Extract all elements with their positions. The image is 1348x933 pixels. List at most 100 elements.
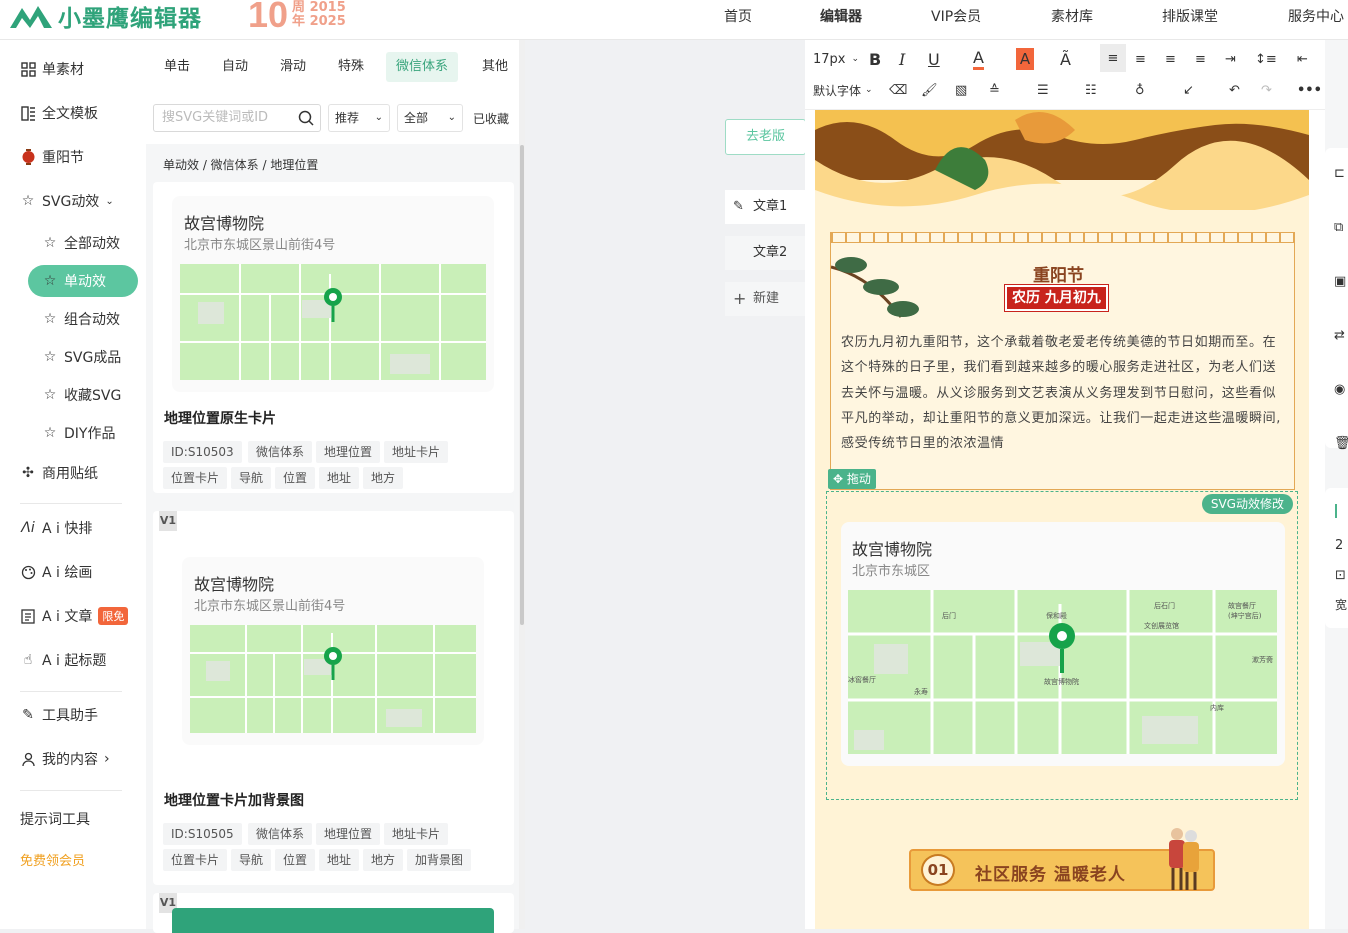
- tab-slide[interactable]: 滑动: [270, 52, 316, 82]
- card-tag[interactable]: 地址卡片: [384, 823, 449, 845]
- indent-icon[interactable]: ⇥: [1225, 48, 1236, 70]
- card-tag[interactable]: 加背景图: [407, 849, 472, 871]
- sidebar-item-double-ninth[interactable]: 重阳节: [20, 144, 84, 170]
- save-icon[interactable]: ▣: [1334, 274, 1346, 289]
- highlight-color-icon[interactable]: A: [1016, 48, 1034, 70]
- card-tag[interactable]: 微信体系: [248, 441, 313, 463]
- card-tag[interactable]: 地方: [363, 849, 404, 871]
- card-tag[interactable]: 地理位置: [316, 441, 381, 463]
- copy-icon[interactable]: ⧉: [1334, 220, 1343, 235]
- more-icon[interactable]: •••: [1297, 79, 1322, 101]
- nav-materials[interactable]: 素材库: [1051, 6, 1093, 26]
- category-dropdown[interactable]: 全部 ⌄: [397, 104, 463, 132]
- align-right-icon[interactable]: ≡: [1165, 48, 1176, 70]
- sidebar-item-svg-effects[interactable]: ☆ SVG动效 ⌄: [20, 188, 114, 214]
- card-tag[interactable]: 地址卡片: [384, 441, 449, 463]
- exit-icon[interactable]: ⇤: [1297, 48, 1308, 70]
- favorites-filter[interactable]: 已收藏: [473, 110, 509, 127]
- svg-edit-button[interactable]: SVG动效修改: [1201, 494, 1293, 514]
- card-tag[interactable]: 地方: [363, 467, 404, 489]
- tab-special[interactable]: 特殊: [328, 52, 374, 82]
- tab-auto[interactable]: 自动: [212, 52, 258, 82]
- sidebar-item-tools[interactable]: ✎ 工具助手: [20, 702, 98, 728]
- paragraph-spacing-icon[interactable]: ☷: [1085, 79, 1097, 101]
- sidebar-item-ai-article[interactable]: A i 文章 限免: [20, 603, 129, 629]
- redo-icon[interactable]: ↷: [1261, 79, 1272, 101]
- sidebar-item-my-content[interactable]: 我的内容 ›: [20, 746, 110, 772]
- collapse-icon[interactable]: ⊏: [1334, 166, 1345, 181]
- sidebar-item-single-material[interactable]: 单素材: [20, 56, 84, 82]
- card-tag[interactable]: 导航: [231, 467, 272, 489]
- sidebar-item-svg-finished[interactable]: ☆ SVG成品: [42, 344, 122, 370]
- nav-home[interactable]: 首页: [724, 6, 752, 26]
- svg-block-selected[interactable]: SVG动效修改 故宫博物院 北京市东城区 保和殿 后门 后石门 文创展览馆 故宫…: [826, 491, 1298, 800]
- align-left-icon[interactable]: ≡: [1100, 44, 1126, 72]
- underline-icon[interactable]: U: [928, 48, 940, 70]
- nav-service[interactable]: 服务中心: [1288, 6, 1344, 26]
- sort-dropdown[interactable]: 推荐 ⌄: [328, 104, 390, 132]
- font-color-icon[interactable]: A: [973, 48, 984, 70]
- divider-line-icon[interactable]: ☰: [1037, 79, 1049, 101]
- letter-spacing-icon[interactable]: ≙: [989, 79, 1000, 101]
- font-family-select[interactable]: 默认字体 ⌄: [813, 79, 873, 101]
- eraser-icon[interactable]: ⌫: [889, 79, 907, 101]
- sidebar-item-ai-layout[interactable]: Λi A i 快排: [20, 515, 92, 541]
- card-tag[interactable]: ID:S10503: [163, 441, 242, 463]
- eye-icon[interactable]: ◉: [1334, 382, 1345, 397]
- italic-icon[interactable]: I: [899, 48, 905, 70]
- article-item[interactable]: 文章2: [725, 236, 805, 270]
- align-justify-icon[interactable]: ≡: [1195, 48, 1206, 70]
- nav-vip[interactable]: VIP会员: [931, 6, 981, 26]
- new-article-button[interactable]: + 新建: [725, 282, 805, 316]
- text-effect-icon[interactable]: Ã: [1060, 48, 1071, 70]
- card-tag[interactable]: 地址: [319, 467, 360, 489]
- card-tag[interactable]: 位置: [275, 467, 316, 489]
- old-version-button[interactable]: 去老版: [725, 119, 806, 155]
- panel-scrollbar-thumb[interactable]: [520, 145, 524, 625]
- card-tag[interactable]: 微信体系: [248, 823, 313, 845]
- bulb-icon[interactable]: ♁: [1135, 79, 1145, 101]
- material-card[interactable]: V1 故宫博物院 北京市东城区景山前街4号 地理位置卡片加背景图 ID:S105…: [153, 511, 514, 885]
- sidebar-item-prompt-tool[interactable]: 提示词工具: [20, 806, 90, 832]
- card-tag[interactable]: 位置卡片: [163, 467, 228, 489]
- sidebar-item-ai-draw[interactable]: A i 绘画: [20, 559, 92, 585]
- align-center-icon[interactable]: ≡: [1135, 48, 1146, 70]
- sidebar-item-ai-title[interactable]: ☝ A i 起标题: [20, 647, 107, 673]
- card-tag[interactable]: 位置: [275, 849, 316, 871]
- card-tag[interactable]: 位置卡片: [163, 849, 228, 871]
- font-size-select[interactable]: 17px ⌄: [813, 48, 859, 70]
- nav-editor[interactable]: 编辑器: [820, 6, 862, 26]
- card-tag[interactable]: ID:S10505: [163, 823, 242, 845]
- material-card[interactable]: 故宫博物院 北京市东城区景山前街4号 地理位置原生卡片 ID:S10503 微信…: [153, 182, 514, 493]
- bold-icon[interactable]: B: [869, 48, 881, 70]
- tab-wechat[interactable]: 微信体系: [386, 52, 459, 82]
- nav-classroom[interactable]: 排版课堂: [1162, 6, 1218, 26]
- search-icon[interactable]: [298, 110, 314, 126]
- sidebar-item-single-effect[interactable]: ☆ 单动效: [42, 268, 106, 294]
- search-input[interactable]: 搜SVG关键词或ID: [153, 104, 321, 132]
- sidebar-item-diy-works[interactable]: ☆ DIY作品: [42, 420, 116, 446]
- sidebar-item-favorite-svg[interactable]: ☆ 收藏SVG: [42, 382, 122, 408]
- sidebar-item-all-effects[interactable]: ☆ 全部动效: [42, 230, 120, 256]
- article-canvas[interactable]: 重阳节 农历 九月初九 农历九月初九重阳节，这个承载着敬老爱老传统美德的节日如期…: [815, 110, 1309, 929]
- brand-logo[interactable]: 小墨鹰编辑器: [8, 0, 202, 32]
- card-tag[interactable]: 导航: [231, 849, 272, 871]
- article-item[interactable]: ✎ 文章1: [725, 190, 805, 224]
- card-tag[interactable]: 地址: [319, 849, 360, 871]
- tab-other[interactable]: 其他: [472, 52, 518, 82]
- drag-handle[interactable]: ✥ 拖动: [828, 469, 876, 489]
- arrow-icon[interactable]: ↙: [1183, 79, 1194, 101]
- tab-click[interactable]: 单击: [154, 52, 200, 82]
- sidebar-item-free-vip[interactable]: 免费领会员: [20, 846, 85, 872]
- sidebar-item-full-template[interactable]: 全文模板: [20, 100, 98, 126]
- trash-icon[interactable]: 🗑︎: [1334, 436, 1348, 451]
- undo-icon[interactable]: ↶: [1229, 79, 1240, 101]
- swap-icon[interactable]: ⇄: [1334, 328, 1345, 343]
- sidebar-item-combo-effect[interactable]: ☆ 组合动效: [42, 306, 120, 332]
- sidebar-item-stickers[interactable]: ✣ 商用贴纸: [20, 460, 98, 486]
- material-card[interactable]: V1: [153, 893, 514, 933]
- image-icon[interactable]: ▧: [955, 79, 967, 101]
- card-tag[interactable]: 地理位置: [316, 823, 381, 845]
- line-height-icon[interactable]: ↕≡: [1255, 48, 1277, 70]
- format-brush-icon[interactable]: 🖌︎: [921, 79, 938, 101]
